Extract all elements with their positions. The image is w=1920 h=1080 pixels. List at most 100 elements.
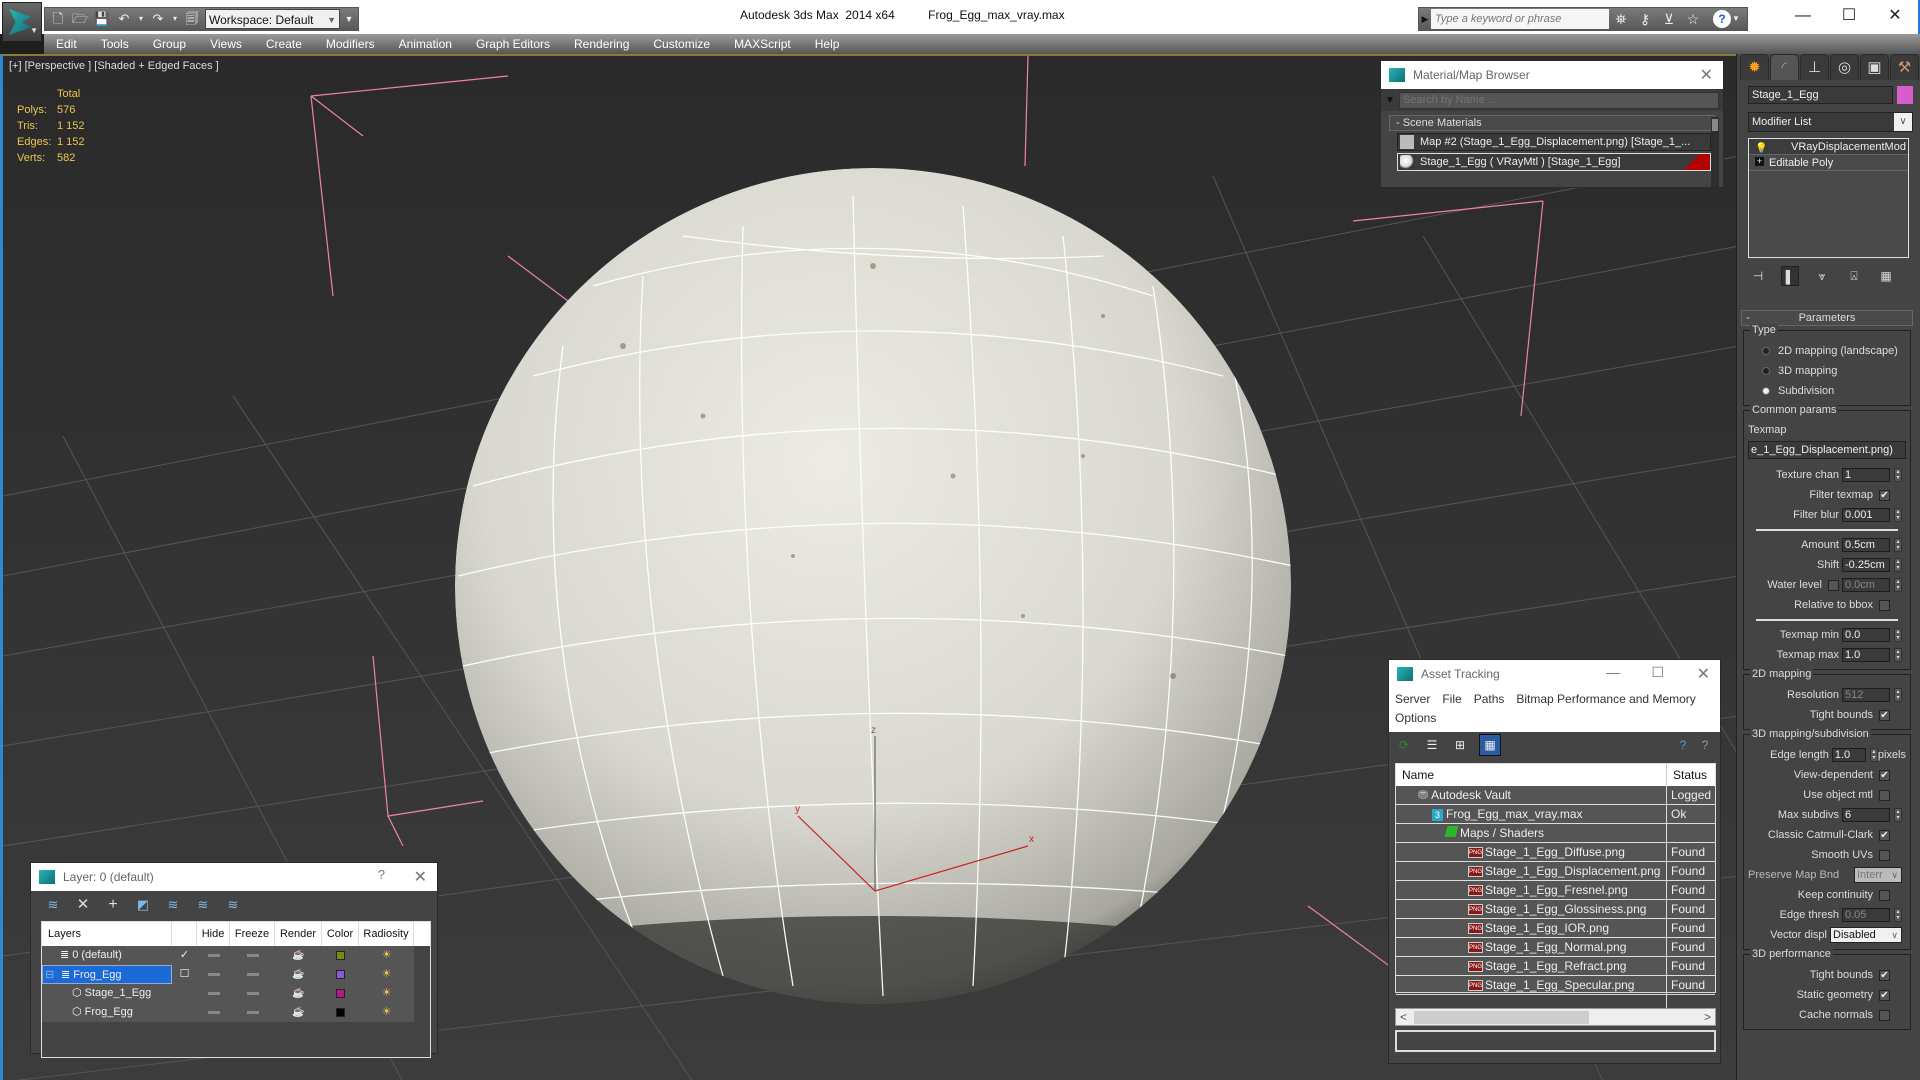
- keyword-search-input[interactable]: [1431, 9, 1609, 29]
- spinner-icon[interactable]: ▴ ▾: [1894, 558, 1902, 572]
- asset-row[interactable]: Maps / Shaders: [1396, 824, 1715, 843]
- layer-color-swatch[interactable]: [322, 965, 359, 984]
- layer-row[interactable]: ⬡ Stage_1_Egg ☕ ☀: [42, 984, 414, 1003]
- spinner-icon[interactable]: ▴ ▾: [1894, 538, 1902, 552]
- column-name[interactable]: Name: [1396, 764, 1667, 786]
- column-active[interactable]: [172, 922, 197, 946]
- help-icon[interactable]: ?: [378, 867, 385, 882]
- redo-icon[interactable]: ↷: [149, 10, 167, 28]
- redo-dropdown-icon[interactable]: ▾: [171, 10, 179, 28]
- maximize-button[interactable]: ☐: [1826, 2, 1872, 30]
- layer-row[interactable]: ≣ 0 (default) ✓ ☕ ☀: [42, 946, 414, 965]
- at-menu-server[interactable]: Server: [1395, 692, 1430, 706]
- menu-maxscript[interactable]: MAXScript: [734, 37, 791, 51]
- asset-row[interactable]: ⛃ Autodesk Vault Logged: [1396, 786, 1715, 805]
- render-toggle[interactable]: ☕: [275, 965, 322, 984]
- save-icon[interactable]: 💾: [93, 10, 111, 28]
- new-file-icon[interactable]: 🗋: [49, 10, 67, 28]
- motion-tab-icon[interactable]: ◎: [1830, 54, 1859, 80]
- workspace-select[interactable]: Workspace: Default ▼: [205, 9, 340, 29]
- radio-3d-mapping[interactable]: 3D mapping: [1748, 361, 1906, 381]
- radio-2d-mapping[interactable]: 2D mapping (landscape): [1748, 341, 1906, 361]
- delete-layer-icon[interactable]: ✕: [75, 897, 91, 913]
- layer-color-swatch[interactable]: [322, 984, 359, 1003]
- modify-tab-icon[interactable]: ◜: [1770, 54, 1799, 80]
- object-color-swatch[interactable]: [1897, 86, 1913, 104]
- help-icon[interactable]: ?: [1674, 736, 1692, 754]
- maximize-icon[interactable]: ☐: [1651, 664, 1664, 681]
- material-browser-titlebar[interactable]: Material/Map Browser ✕: [1381, 61, 1723, 89]
- spinner-icon[interactable]: ▴ ▾: [1894, 578, 1902, 592]
- menu-graph-editors[interactable]: Graph Editors: [476, 37, 550, 51]
- freeze-unfreeze-all-icon[interactable]: ≋: [225, 897, 241, 913]
- expand-search-icon[interactable]: ▶: [1419, 14, 1431, 25]
- at-menu-file[interactable]: File: [1442, 692, 1461, 706]
- asset-row[interactable]: PNG Stage_1_Egg_Glossiness.png Found: [1396, 900, 1715, 919]
- create-tab-icon[interactable]: ✹: [1740, 54, 1769, 80]
- material-item[interactable]: Stage_1_Egg ( VRayMtl ) [Stage_1_Egg]: [1397, 153, 1711, 171]
- stack-item-vraydisplacementmod[interactable]: 💡 VRayDisplacementMod: [1749, 139, 1908, 155]
- close-icon[interactable]: ✕: [1700, 65, 1713, 85]
- asset-row[interactable]: PNG Stage_1_Egg_Fresnel.png Found: [1396, 881, 1715, 900]
- asset-row[interactable]: PNG Stage_1_Egg_IOR.png Found: [1396, 919, 1715, 938]
- render-toggle[interactable]: ☕: [275, 984, 322, 1003]
- close-button[interactable]: ✕: [1872, 2, 1918, 30]
- column-radiosity[interactable]: Radiosity: [359, 922, 414, 946]
- active-layer-toggle[interactable]: ☐: [172, 965, 197, 984]
- menu-group[interactable]: Group: [153, 37, 186, 51]
- layer-color-swatch[interactable]: [322, 946, 359, 965]
- hide-unhide-all-icon[interactable]: ≋: [195, 897, 211, 913]
- asset-row[interactable]: 3 Frog_Egg_max_vray.max Ok: [1396, 805, 1715, 824]
- spinner-icon[interactable]: ▴ ▾: [1894, 508, 1902, 522]
- hide-toggle[interactable]: [197, 984, 230, 1003]
- spinner-icon[interactable]: ▴ ▾: [1869, 748, 1878, 762]
- make-unique-icon[interactable]: ⩔: [1813, 266, 1831, 286]
- asset-row[interactable]: PNG Stage_1_Egg_Specular.png Found: [1396, 976, 1715, 995]
- layer-row[interactable]: ⬡ Frog_Egg ☕ ☀: [42, 1003, 414, 1022]
- key-icon[interactable]: ⚷: [1633, 9, 1657, 29]
- active-layer-toggle[interactable]: [172, 984, 197, 1003]
- close-icon[interactable]: ✕: [1697, 664, 1710, 684]
- spinner-icon[interactable]: ▴ ▾: [1894, 688, 1902, 702]
- at-menu-bitmap-performance[interactable]: Bitmap Performance and Memory: [1516, 692, 1695, 706]
- expand-plus-icon[interactable]: +: [1755, 157, 1764, 166]
- column-render[interactable]: Render: [275, 922, 322, 946]
- column-status[interactable]: Status: [1667, 764, 1707, 786]
- satellite-icon[interactable]: ⊻: [1657, 9, 1681, 29]
- spinner-icon[interactable]: ▴ ▾: [1894, 468, 1902, 482]
- hide-toggle[interactable]: [197, 946, 230, 965]
- spinner-icon[interactable]: ▴ ▾: [1894, 628, 1902, 642]
- display-tab-icon[interactable]: ▣: [1860, 54, 1889, 80]
- configure-modifier-sets-icon[interactable]: ▦: [1877, 266, 1895, 286]
- menu-help[interactable]: Help: [815, 37, 840, 51]
- spinner-icon[interactable]: ▴ ▾: [1894, 648, 1902, 662]
- context-help-icon[interactable]: ?: [1696, 736, 1714, 754]
- spinner-icon[interactable]: ▴ ▾: [1894, 908, 1902, 922]
- menu-edit[interactable]: Edit: [56, 37, 77, 51]
- radio-subdivision[interactable]: Subdivision: [1748, 381, 1906, 401]
- column-layers[interactable]: Layers: [42, 922, 172, 946]
- material-item[interactable]: Map #2 (Stage_1_Egg_Displacement.png) [S…: [1397, 133, 1711, 151]
- object-name-field[interactable]: [1748, 86, 1893, 104]
- help-icon[interactable]: ?: [1713, 10, 1731, 28]
- layer-color-swatch[interactable]: [322, 1003, 359, 1022]
- scroll-left-icon[interactable]: <: [1400, 1009, 1407, 1025]
- customize-toolbar-icon[interactable]: ▼: [344, 10, 354, 28]
- utilities-tab-icon[interactable]: ⚒: [1890, 54, 1919, 80]
- asset-row[interactable]: PNG Stage_1_Egg_Normal.png Found: [1396, 938, 1715, 957]
- open-folder-icon[interactable]: 🗁: [71, 10, 89, 28]
- freeze-toggle[interactable]: [230, 946, 275, 965]
- tree-view-icon[interactable]: ⊞: [1451, 736, 1469, 754]
- table-view-icon[interactable]: ▦: [1479, 734, 1501, 756]
- asset-row[interactable]: PNG Stage_1_Egg_Refract.png Found: [1396, 957, 1715, 976]
- refresh-icon[interactable]: ⟳: [1395, 736, 1413, 754]
- undo-icon[interactable]: ↶: [115, 10, 133, 28]
- texmap-button[interactable]: e_1_Egg_Displacement.png): [1748, 441, 1906, 459]
- collapse-icon[interactable]: ⊟: [45, 966, 54, 985]
- highlight-selected-layer-icon[interactable]: ≋: [165, 897, 181, 913]
- menu-animation[interactable]: Animation: [399, 37, 452, 51]
- menu-tools[interactable]: Tools: [101, 37, 129, 51]
- at-menu-paths[interactable]: Paths: [1474, 692, 1505, 706]
- at-menu-options[interactable]: Options: [1395, 711, 1436, 725]
- create-new-layer-icon[interactable]: ≋: [45, 897, 61, 913]
